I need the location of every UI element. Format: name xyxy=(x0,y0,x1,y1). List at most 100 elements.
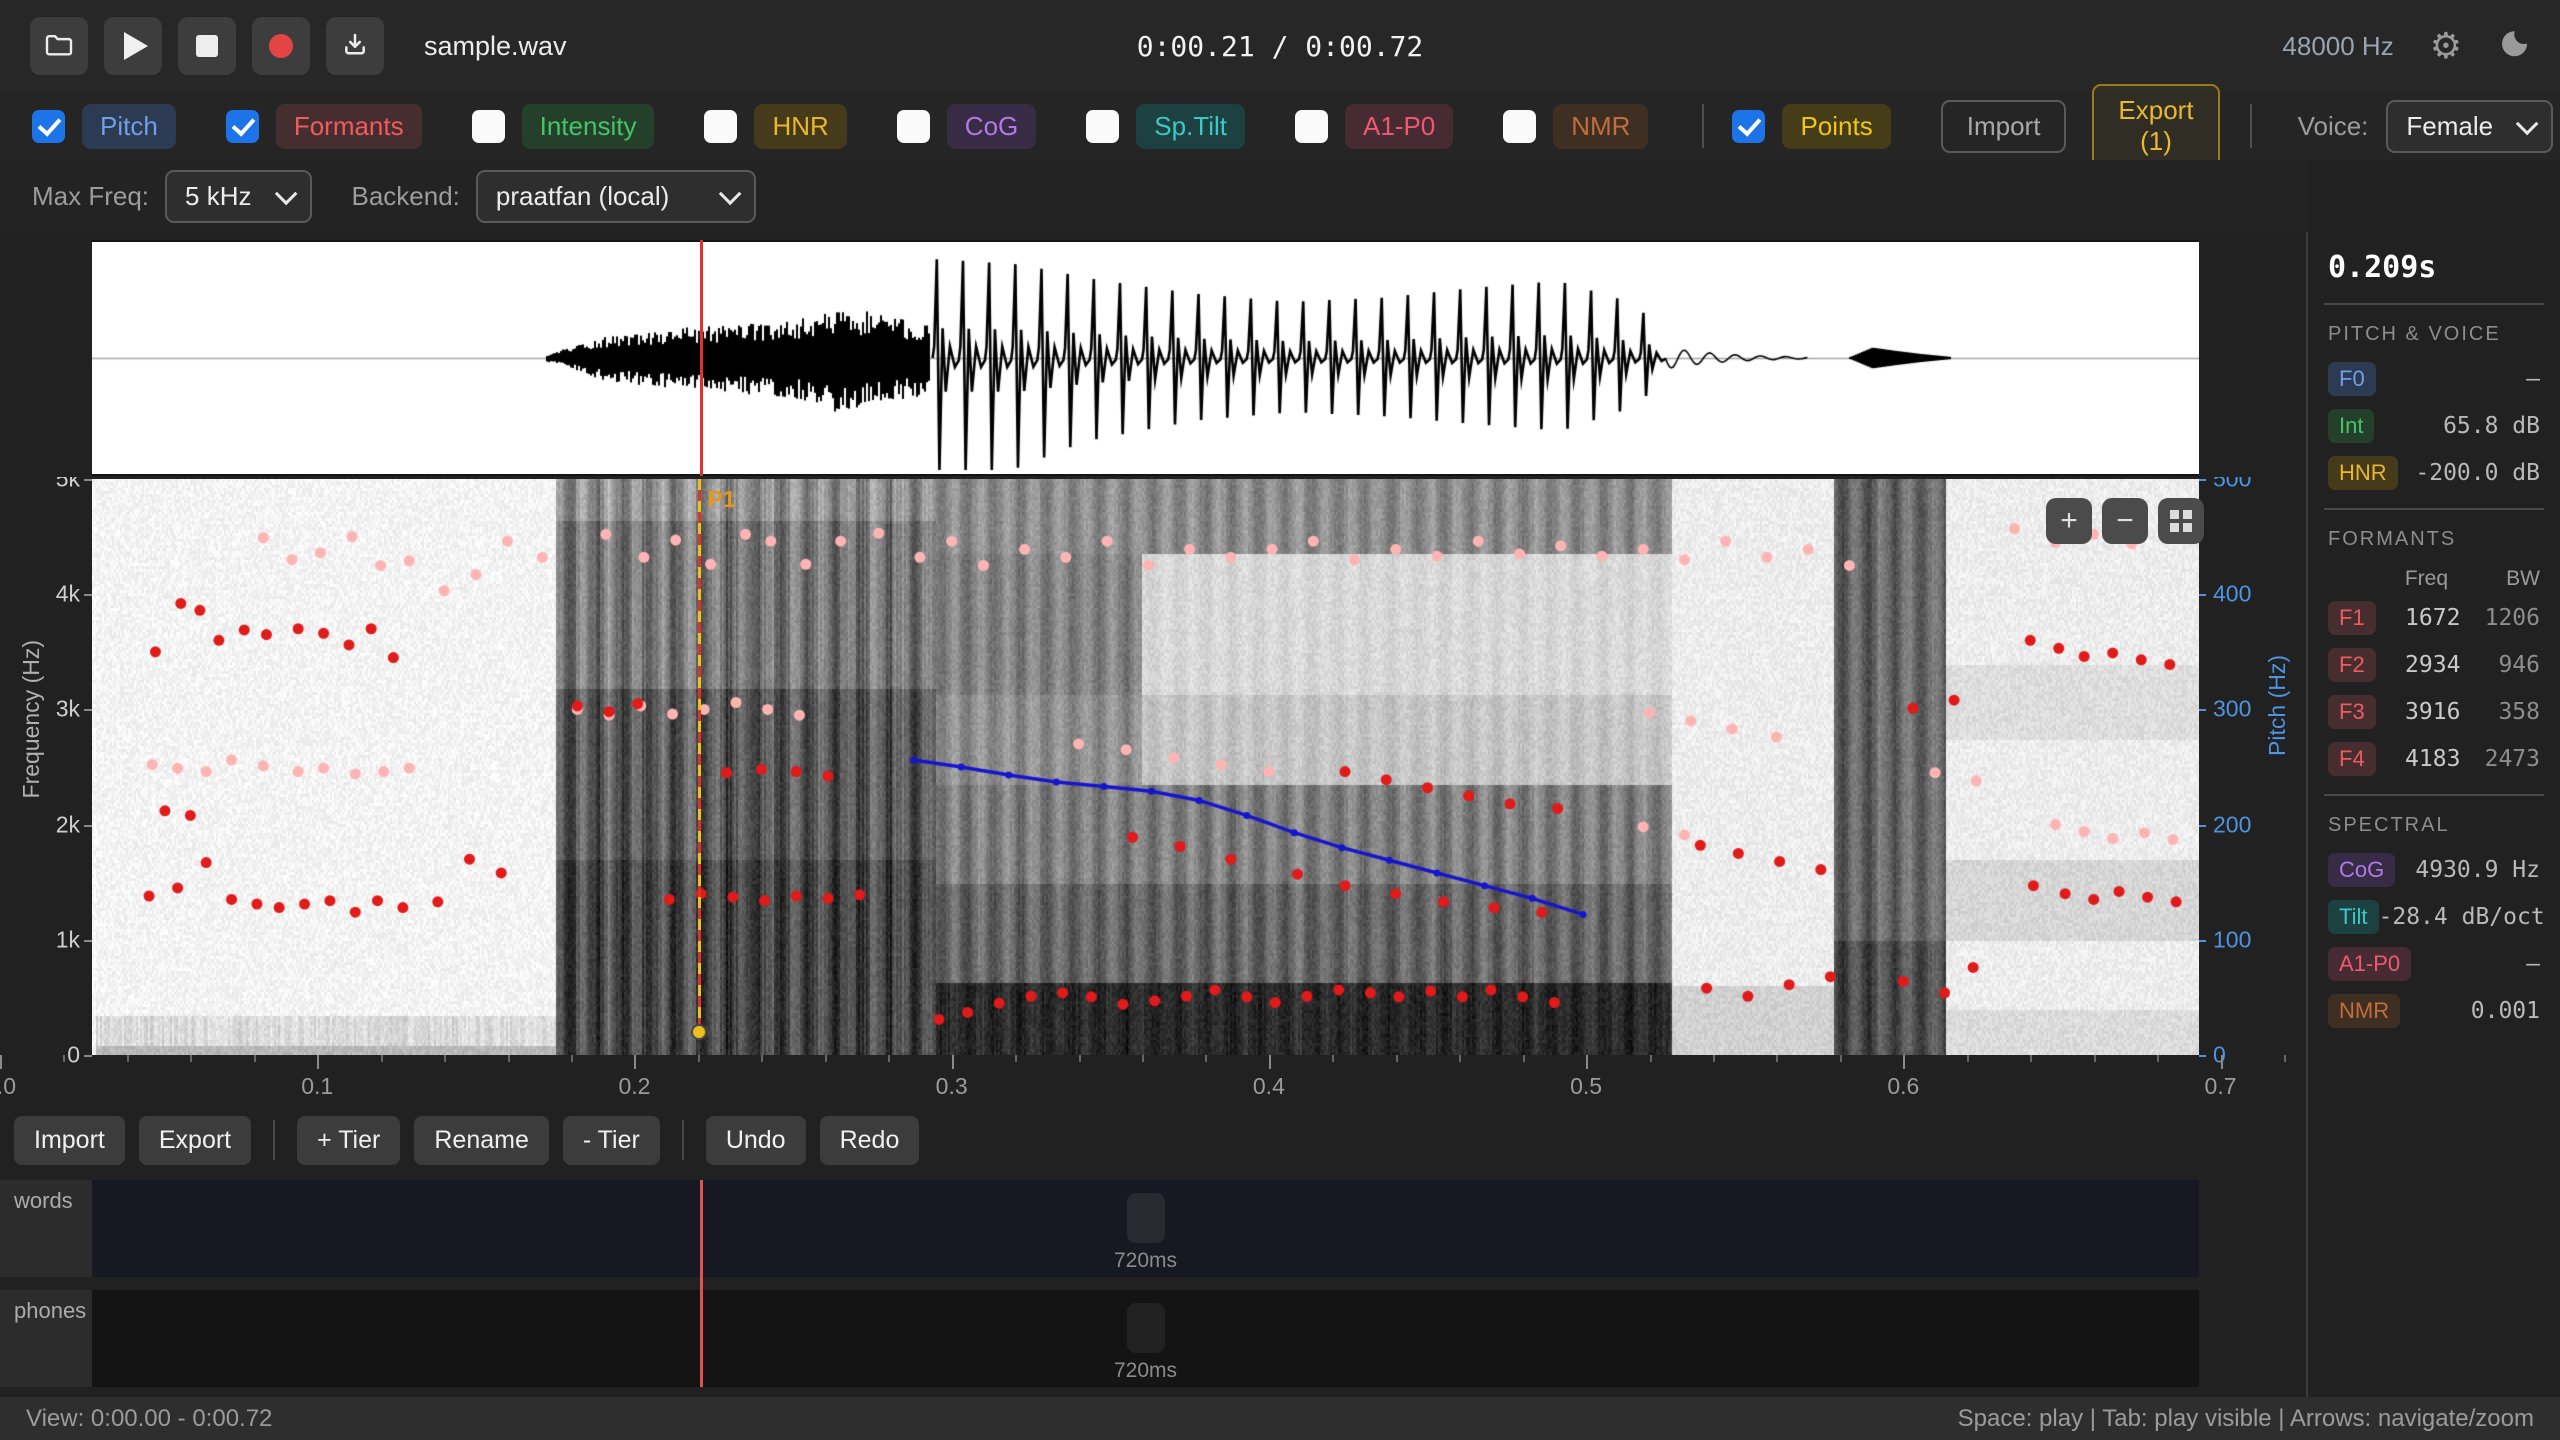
freq-tick xyxy=(84,825,92,827)
zoom-fit-button[interactable] xyxy=(2158,498,2204,544)
play-icon xyxy=(124,32,148,60)
cog-checkbox[interactable] xyxy=(897,110,930,143)
tier-name-words[interactable]: words xyxy=(0,1180,92,1277)
chevron-down-icon xyxy=(274,183,297,206)
points-checkbox[interactable] xyxy=(1732,110,1765,143)
measurement-row-f4: F441832473 xyxy=(2328,742,2540,776)
zoom-in-button[interactable]: + xyxy=(2046,498,2092,544)
time-tick-major xyxy=(1903,1055,1905,1069)
voice-select[interactable]: Female xyxy=(2386,100,2553,153)
point-marker-line[interactable] xyxy=(698,479,701,1032)
measurement-bandwidth: 358 xyxy=(2460,699,2540,725)
toggle-sptilt: Sp.Tilt xyxy=(1086,104,1245,149)
measurement-row-nmr: NMR0.001 xyxy=(2328,994,2540,1028)
tier-content-words[interactable]: 720ms xyxy=(92,1180,2199,1277)
freq-tick-label: 3k xyxy=(56,696,80,723)
divider xyxy=(2324,303,2544,305)
gear-icon[interactable]: ⚙ xyxy=(2430,28,2462,64)
time-tick-major xyxy=(952,1055,954,1069)
grid-icon xyxy=(2170,510,2192,532)
play-button[interactable] xyxy=(104,17,162,75)
stop-button[interactable] xyxy=(178,17,236,75)
time-tick-minor xyxy=(698,1055,700,1062)
import-points-button[interactable]: Import xyxy=(1941,100,2067,153)
time-tick-minor xyxy=(1205,1055,1207,1062)
hnr-checkbox[interactable] xyxy=(704,110,737,143)
open-file-button[interactable] xyxy=(30,17,88,75)
status-bar: View: 0:00.00 - 0:00.72 Space: play | Ta… xyxy=(0,1397,2560,1440)
time-tick-minor xyxy=(508,1055,510,1062)
download-icon xyxy=(339,29,371,64)
sptilt-checkbox[interactable] xyxy=(1086,110,1119,143)
tier-button-tier[interactable]: - Tier xyxy=(563,1116,660,1165)
freq-tick xyxy=(84,940,92,942)
divider xyxy=(682,1120,684,1160)
time-tick-major xyxy=(0,1055,2,1069)
download-button[interactable] xyxy=(326,17,384,75)
spectrogram-panel[interactable] xyxy=(92,479,2199,1055)
points-chip-label: Points xyxy=(1782,104,1890,149)
sptilt-chip-label: Sp.Tilt xyxy=(1136,104,1245,149)
pitch-axis-label: Pitch (Hz) xyxy=(2264,655,2291,756)
a1p0-chip-label: A1-P0 xyxy=(1345,104,1453,149)
tier-button-rename[interactable]: Rename xyxy=(414,1116,549,1165)
time-tick-label: 0.2 xyxy=(618,1073,650,1100)
record-button[interactable] xyxy=(252,17,310,75)
toolbar: sample.wav 0:00.21 / 0:00.72 48000 Hz ⚙ xyxy=(0,0,2560,92)
backend-select[interactable]: praatfan (local) xyxy=(476,170,756,223)
measurement-row-a1-p0: A1-P0— xyxy=(2328,947,2540,981)
playhead-line[interactable] xyxy=(700,240,703,476)
folder-icon xyxy=(43,29,75,64)
toggle-formants: Formants xyxy=(226,104,422,149)
waveform-canvas[interactable] xyxy=(92,242,2199,474)
tier-name-phones[interactable]: phones xyxy=(0,1290,92,1387)
freq-tick-label: 4k xyxy=(56,581,80,608)
pitch-checkbox[interactable] xyxy=(32,110,65,143)
tier-button-redo[interactable]: Redo xyxy=(820,1116,920,1165)
interval-duration-label: 720ms xyxy=(1114,1359,1177,1383)
time-tick-minor xyxy=(1142,1055,1144,1062)
intensity-checkbox[interactable] xyxy=(472,110,505,143)
toggle-points: Points xyxy=(1732,104,1890,149)
speech-analysis-app: sample.wav 0:00.21 / 0:00.72 48000 Hz ⚙ … xyxy=(0,0,2560,1440)
tier-button-export[interactable]: Export xyxy=(139,1116,251,1165)
tier-button-import[interactable]: Import xyxy=(14,1116,125,1165)
toggle-pitch: Pitch xyxy=(32,104,176,149)
formants-checkbox[interactable] xyxy=(226,110,259,143)
max-freq-select[interactable]: 5 kHz xyxy=(165,170,311,223)
export-points-button[interactable]: Export (1) xyxy=(2092,84,2219,168)
tier-boundary-handle[interactable] xyxy=(1127,1303,1165,1353)
measurement-value: 3916 xyxy=(2376,699,2461,725)
a1p0-checkbox[interactable] xyxy=(1295,110,1328,143)
tier-boundary-handle[interactable] xyxy=(1127,1193,1165,1243)
tier-row-words: words 720ms xyxy=(0,1180,2306,1277)
waveform-panel[interactable] xyxy=(92,240,2199,476)
time-tick-major xyxy=(1269,1055,1271,1069)
measurement-row-hnr: HNR-200.0 dB xyxy=(2328,456,2540,490)
max-freq-label: Max Freq: xyxy=(32,181,149,212)
tier-button-tier[interactable]: + Tier xyxy=(297,1116,400,1165)
sample-rate-label: 48000 Hz xyxy=(2282,31,2393,62)
time-tick-minor xyxy=(1713,1055,1715,1062)
time-tick-minor xyxy=(254,1055,256,1062)
measurement-badge: F2 xyxy=(2328,648,2376,682)
tier-button-undo[interactable]: Undo xyxy=(706,1116,806,1165)
measurement-badge: Tilt xyxy=(2328,900,2379,934)
time-tick-minor xyxy=(1840,1055,1842,1062)
tier-content-phones[interactable]: 720ms xyxy=(92,1290,2199,1387)
pitch-tick-label: 200 xyxy=(2213,811,2251,838)
moon-icon[interactable] xyxy=(2498,28,2530,65)
toggle-a1p0: A1-P0 xyxy=(1295,104,1453,149)
time-tick-minor xyxy=(1650,1055,1652,1062)
sidebar-section-title: SPECTRAL xyxy=(2328,814,2540,837)
measurement-badge: Int xyxy=(2328,409,2374,443)
measurement-badge: F4 xyxy=(2328,742,2376,776)
zoom-out-button[interactable]: − xyxy=(2102,498,2148,544)
spectrogram-canvas[interactable] xyxy=(92,479,2199,1055)
playhead-line-tiers[interactable] xyxy=(700,1180,703,1387)
measurement-row-f0: F0— xyxy=(2328,362,2540,396)
measurement-badge: F1 xyxy=(2328,601,2376,635)
backend-label: Backend: xyxy=(352,181,460,212)
nmr-checkbox[interactable] xyxy=(1503,110,1536,143)
toggle-intensity: Intensity xyxy=(472,104,655,149)
